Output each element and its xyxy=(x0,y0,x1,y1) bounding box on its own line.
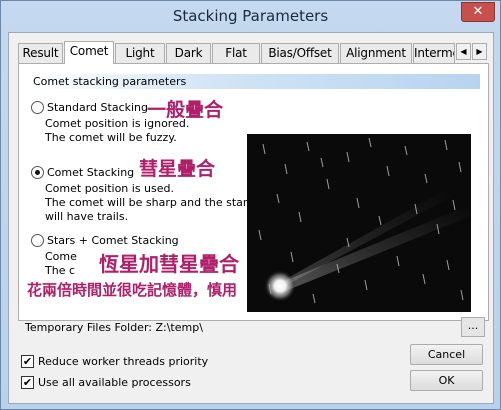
use-all-processors-label: Use all available processors xyxy=(38,376,191,389)
tab-intermediate[interactable]: Interme xyxy=(413,43,455,63)
close-icon: ✕ xyxy=(472,4,484,19)
annotation-stars-comet: 恆星加彗星疊合 xyxy=(99,252,239,276)
standard-stacking-label: Standard Stacking xyxy=(47,100,149,114)
window-title: Stacking Parameters xyxy=(172,7,329,25)
tab-flat[interactable]: Flat xyxy=(212,43,260,63)
tab-result[interactable]: Result xyxy=(18,43,63,63)
temp-folder-label: Temporary Files Folder: Z:\temp\ xyxy=(25,321,203,334)
reduce-priority-option[interactable]: ✔ Reduce worker threads priority xyxy=(21,354,208,369)
comet-preview-image xyxy=(247,134,471,312)
annotation-note: 花兩倍時間並很吃記憶體，慎用 xyxy=(27,281,238,299)
comet-image-svg xyxy=(258,137,471,304)
description-line: Comet position is used. xyxy=(45,182,175,195)
dialog-client-area: Result Comet Light Dark Flat Bias/Offset… xyxy=(8,32,494,404)
description-line: The comet will be fuzzy. xyxy=(45,131,177,144)
tab-comet[interactable]: Comet xyxy=(64,41,114,64)
cancel-button[interactable]: Cancel xyxy=(410,344,483,365)
title-bar: Stacking Parameters ✕ xyxy=(1,1,500,32)
description-line: will have trails. xyxy=(45,210,129,223)
tab-scroll-right-button[interactable]: ▶ xyxy=(472,43,487,60)
dialog-window: Stacking Parameters ✕ Result Comet Light… xyxy=(0,0,501,410)
stars-comet-stacking-description: Come The c xyxy=(45,250,77,278)
browse-folder-button[interactable]: ... xyxy=(461,317,485,337)
stars-comet-stacking-option[interactable]: Stars + Comet Stacking xyxy=(31,232,179,248)
description-line: Come xyxy=(45,250,77,263)
reduce-priority-label: Reduce worker threads priority xyxy=(38,355,209,368)
checkmark-icon: ✔ xyxy=(22,376,33,389)
stars-comet-stacking-radio[interactable] xyxy=(31,233,44,247)
comet-stacking-label: Comet Stacking xyxy=(47,165,135,179)
use-all-processors-checkbox[interactable]: ✔ xyxy=(21,376,34,389)
stars-comet-stacking-label: Stars + Comet Stacking xyxy=(47,233,179,247)
tab-light[interactable]: Light xyxy=(115,43,165,63)
checkmark-icon: ✔ xyxy=(22,355,33,368)
tab-dark[interactable]: Dark xyxy=(166,43,211,63)
description-line: The c xyxy=(45,264,76,277)
annotation-comet: 彗星疊合 xyxy=(139,158,216,180)
tab-alignment[interactable]: Alignment xyxy=(340,43,412,63)
standard-stacking-radio[interactable] xyxy=(31,100,44,114)
section-header: Comet stacking parameters xyxy=(30,74,480,89)
ok-button[interactable]: OK xyxy=(410,370,483,391)
reduce-priority-checkbox[interactable]: ✔ xyxy=(21,355,34,368)
tab-bias-offset[interactable]: Bias/Offset xyxy=(261,43,339,63)
chevron-right-icon: ▶ xyxy=(476,47,483,56)
comet-stacking-radio[interactable] xyxy=(31,165,44,179)
comet-tab-panel: Comet stacking parameters Standard Stack… xyxy=(18,63,489,321)
close-button[interactable]: ✕ xyxy=(461,2,495,22)
description-line: The comet will be sharp and the stars xyxy=(45,196,254,209)
standard-stacking-option[interactable]: Standard Stacking xyxy=(31,99,148,115)
tab-scroll-left-button[interactable]: ◀ xyxy=(456,43,471,60)
tab-strip: Result Comet Light Dark Flat Bias/Offset… xyxy=(18,41,488,64)
comet-stacking-option[interactable]: Comet Stacking xyxy=(31,164,134,180)
use-all-processors-option[interactable]: ✔ Use all available processors xyxy=(21,375,191,390)
annotation-standard: 一般疊合 xyxy=(147,99,224,121)
chevron-left-icon: ◀ xyxy=(460,47,467,56)
comet-stacking-description: Comet position is used. The comet will b… xyxy=(45,182,253,224)
